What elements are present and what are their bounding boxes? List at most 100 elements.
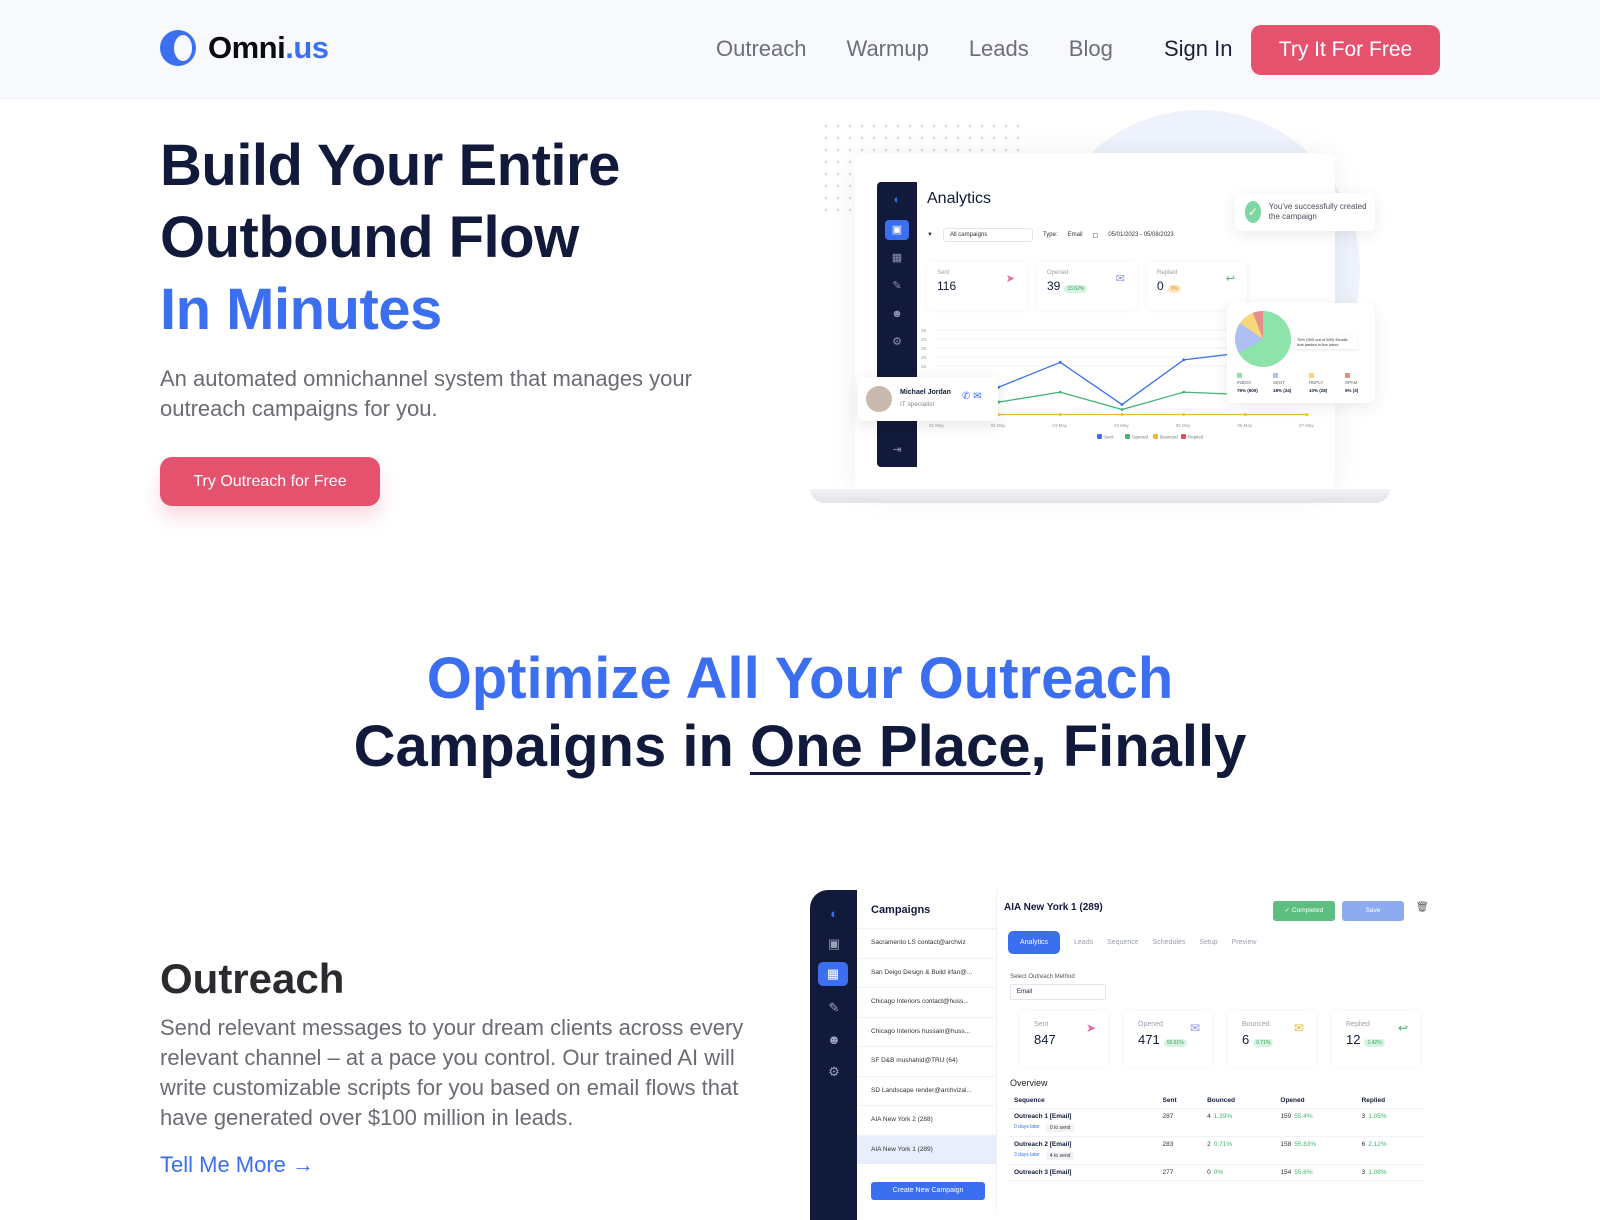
x-tick-label: 07 May (1299, 423, 1315, 428)
campaign-filter: All campaigns (942, 228, 1033, 242)
hero-title-line3: In Minutes (160, 277, 442, 342)
nav-link-leads[interactable]: Leads (969, 36, 1029, 62)
method-label: Select Outreach Method (1010, 974, 1075, 980)
nav-link-warmup[interactable]: Warmup (847, 36, 929, 62)
reply-icon: ↩ (1225, 273, 1235, 285)
try-outreach-button[interactable]: Try Outreach for Free (160, 457, 380, 506)
hero-subtitle: An automated omnichannel system that man… (160, 366, 692, 421)
analytics-title: Analytics (927, 190, 992, 207)
contact-name: Michael Jordan (900, 389, 951, 396)
data-point-opened (1120, 408, 1124, 411)
overview-title: Overview (1010, 1078, 1048, 1088)
navbar: Omni.us Outreach Warmup Leads Blog Sign … (0, 0, 1600, 100)
kpi-row: Sent 116 ➤ Opened 39 33.62% ✉ Replied 0 0%… (927, 262, 1247, 310)
kpi-sent: Sent 847 ➤ (1020, 1011, 1108, 1067)
success-toast: ✓ You've successfully created the campai… (1235, 193, 1375, 231)
tab-sequence: Sequence (1107, 939, 1139, 946)
kpi-badge: 0% (1167, 285, 1181, 293)
megaphone-icon: ✎ (892, 280, 902, 292)
hero-title-line1: Build Your Entire (160, 133, 620, 198)
y-tick-label: 15 (921, 364, 927, 369)
try-free-button[interactable]: Try It For Free (1251, 25, 1440, 75)
nav-link-outreach[interactable]: Outreach (716, 36, 807, 62)
kpi-row: Sent 847 ➤ Opened 471 55.61% ✉ Bounced 60… (1020, 1011, 1420, 1067)
tab-setup: Setup (1199, 939, 1218, 946)
logo-icon (160, 30, 196, 66)
y-tick-label: 30 (921, 337, 927, 342)
data-point-bounced (1182, 413, 1186, 416)
pie-legend: INBOX 76% (500) SENT 18% (34) REPLY 10% (28… (1237, 373, 1367, 393)
date-range: 05/01/2023 - 05/08/2023 (1108, 232, 1174, 238)
legend-reply: REPLY 10% (28) (1309, 373, 1331, 393)
data-point-opened (1058, 390, 1062, 394)
data-point-bounced (1243, 413, 1247, 416)
kpi-sent: Sent 116 ➤ (927, 262, 1027, 310)
legend-swatch (1097, 434, 1102, 439)
filter-icon: ▼ (927, 232, 933, 238)
contact-actions: ✆ ✉ (962, 391, 982, 402)
sign-in-link[interactable]: Sign In (1164, 36, 1233, 62)
y-tick-label: 35 (921, 328, 927, 333)
campaign-list-title: Campaigns (871, 904, 931, 916)
campaign-item: Chicago Interiors contact@huss... (857, 987, 996, 1017)
app-sidebar: ◐ ▣ ▦ ✎ ☻ ⚙ ⇥ (877, 182, 917, 467)
brand-logo[interactable]: Omni.us (160, 30, 329, 66)
data-point-sent (1120, 403, 1124, 406)
campaign-detail: AIA New York 1 (289) ✓ Completed Save 🗑 … (998, 890, 1450, 1210)
kpi-value: 39 (1047, 279, 1061, 293)
campaign-item: Sacramento LS contact@archviz (857, 928, 996, 958)
campaign-icon: ▦ (891, 252, 903, 264)
toast-message: You've successfully created the campaign (1268, 202, 1367, 221)
legend-label: Opened (1132, 435, 1149, 440)
legend-inbox: INBOX 76% (500) (1237, 373, 1259, 393)
legend-label: Bounced (1160, 435, 1178, 440)
x-tick-label: 02 May (991, 423, 1007, 428)
pie-chart (1235, 310, 1291, 367)
paper-plane-icon: ➤ (1005, 273, 1015, 285)
kpi-value: 0 (1157, 279, 1164, 293)
pie-card: 76% (500 out of 600) Emails that landed … (1227, 303, 1375, 403)
section-heading: Optimize All Your Outreach Campaigns in … (0, 645, 1600, 781)
legend-spam: SPAM 5% (3) (1345, 373, 1367, 393)
legend-swatch (1125, 434, 1130, 439)
table-row: Outreach 3 [Email] 277 0 0% 154 55.6% 3 1.0… (1010, 1165, 1425, 1181)
trash-icon: 🗑 (1416, 902, 1429, 913)
table-row: Outreach 1 [Email] 0 days later 0 to send … (1010, 1109, 1425, 1137)
analytics-icon: ▣ (885, 220, 909, 240)
data-point-bounced (1058, 413, 1062, 416)
method-select: Email (1010, 984, 1106, 1000)
phone-icon: ✆ (962, 391, 971, 402)
users-icon: ☻ (827, 1032, 841, 1047)
legend-sent: SENT 18% (34) (1273, 373, 1295, 393)
filter-bar: ▼ All campaigns Type: Email ▢ 05/01/2023… (927, 228, 1174, 242)
brand-accent: .us (285, 30, 329, 65)
hero-title-line2: Outbound Flow (160, 205, 579, 270)
campaign-item-selected: AIA New York 1 (289) (857, 1134, 996, 1164)
tell-me-more-link[interactable]: Tell Me More → (160, 1152, 314, 1178)
reply-icon: ↩ (1397, 1021, 1408, 1035)
app-sidebar: ◐ ▣ ▦ ✎ ☻ ⚙ (810, 890, 857, 1220)
brand-main: Omni (208, 30, 286, 65)
nav-link-blog[interactable]: Blog (1069, 36, 1113, 62)
legend-label: Sent (1104, 435, 1114, 440)
analytics-mockup: ◐ ▣ ▦ ✎ ☻ ⚙ ⇥ Analytics ▼ All campaigns … (800, 105, 1400, 535)
paper-plane-icon: ➤ (1085, 1021, 1096, 1035)
open-envelope-icon: ✉ (1189, 1021, 1200, 1035)
kpi-replied: Replied 12 1.42% ↩ (1332, 1011, 1420, 1067)
campaigns-mockup: ◐ ▣ ▦ ✎ ☻ ⚙ Campaigns Sacramento LS cont… (810, 890, 1450, 1220)
type-label: Type: (1042, 232, 1058, 238)
section-heading-line2: Campaigns in One Place, Finally (353, 714, 1247, 779)
campaign-item: AIA New York 2 (288) (857, 1105, 996, 1135)
data-point-bounced (1305, 413, 1309, 416)
section-heading-line1: Optimize All Your Outreach (426, 646, 1174, 711)
campaign-item: San Deigo Design & Build irfan@... (857, 957, 996, 988)
kpi-badge: 33.62% (1064, 285, 1088, 293)
data-point-opened (1182, 390, 1186, 394)
nav-links: Outreach Warmup Leads Blog (716, 36, 1113, 62)
avatar (866, 386, 892, 412)
tab-schedules: Schedules (1152, 939, 1186, 946)
overview-table: Sequence Sent Bounced Opened Replied Out… (1010, 1093, 1425, 1181)
data-point-sent (1058, 360, 1062, 364)
completed-badge: ✓ Completed (1273, 901, 1335, 921)
hero-title: Build Your Entire Outbound Flow In Minut… (160, 130, 620, 346)
